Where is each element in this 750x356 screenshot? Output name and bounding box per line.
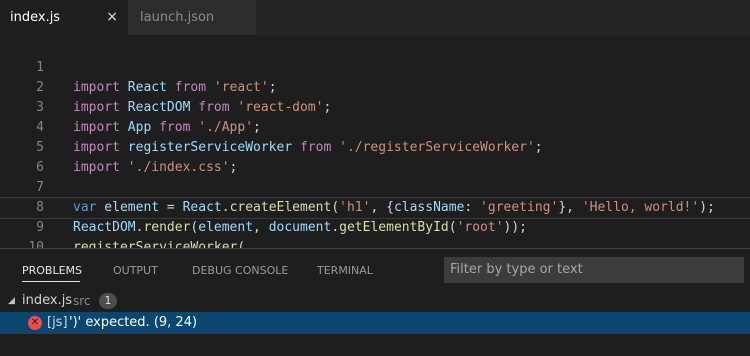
code-line: 4 import registerServiceWorker from './r… bbox=[0, 98, 750, 155]
active-tab-indicator bbox=[22, 281, 80, 282]
problem-file-row[interactable]: ◢ index.js src 1 bbox=[0, 290, 750, 312]
tab-launch-json[interactable]: launch.json bbox=[128, 0, 256, 35]
panel-tab-debug-console[interactable]: DEBUG CONSOLE bbox=[192, 263, 288, 279]
bottom-panel: PROBLEMS OUTPUT DEBUG CONSOLE TERMINAL F… bbox=[0, 248, 750, 356]
filter-placeholder: Filter by type or text bbox=[450, 262, 583, 277]
chevron-down-icon[interactable]: ◢ bbox=[8, 290, 15, 312]
panel-tab-problems[interactable]: PROBLEMS bbox=[22, 263, 82, 279]
problem-item[interactable]: ✕ [js] ')' expected. (9, 24) bbox=[0, 312, 750, 334]
panel-tab-output[interactable]: OUTPUT bbox=[113, 263, 158, 279]
problem-count-badge: 1 bbox=[99, 293, 117, 309]
problem-message: ')' expected. (9, 24) bbox=[69, 315, 198, 330]
code-line: 1 import React from 'react'; bbox=[0, 38, 750, 95]
code-editor[interactable]: 1 import React from 'react'; 2 import Re… bbox=[0, 35, 750, 255]
code-line: 2 import ReactDOM from 'react-dom'; bbox=[0, 58, 750, 115]
tab-index-js[interactable]: index.js × bbox=[0, 0, 128, 35]
panel-tab-terminal[interactable]: TERMINAL bbox=[317, 263, 373, 279]
tab-label: launch.json bbox=[140, 10, 215, 25]
error-icon: ✕ bbox=[28, 316, 42, 330]
tab-label: index.js bbox=[10, 10, 61, 25]
problem-file-dir: src bbox=[73, 294, 91, 308]
problem-file-name: index.js bbox=[22, 293, 73, 308]
tab-bar: index.js × launch.json bbox=[0, 0, 750, 35]
code-line-current: 9 registerServiceWorker( bbox=[0, 197, 750, 255]
code-line: 7 var element = React.createElement('h1'… bbox=[0, 158, 750, 215]
filter-input[interactable]: Filter by type or text bbox=[444, 257, 744, 283]
code-line: 3 import App from './App'; bbox=[0, 78, 750, 135]
code-line: 5 import './index.css'; bbox=[0, 118, 750, 175]
close-icon[interactable]: × bbox=[106, 9, 118, 25]
problem-source: [js] bbox=[47, 315, 68, 330]
code-line: 8 ReactDOM.render(element, document.getE… bbox=[0, 178, 750, 235]
code-line: 10 bbox=[0, 218, 750, 255]
code-line: 6 bbox=[0, 138, 750, 175]
